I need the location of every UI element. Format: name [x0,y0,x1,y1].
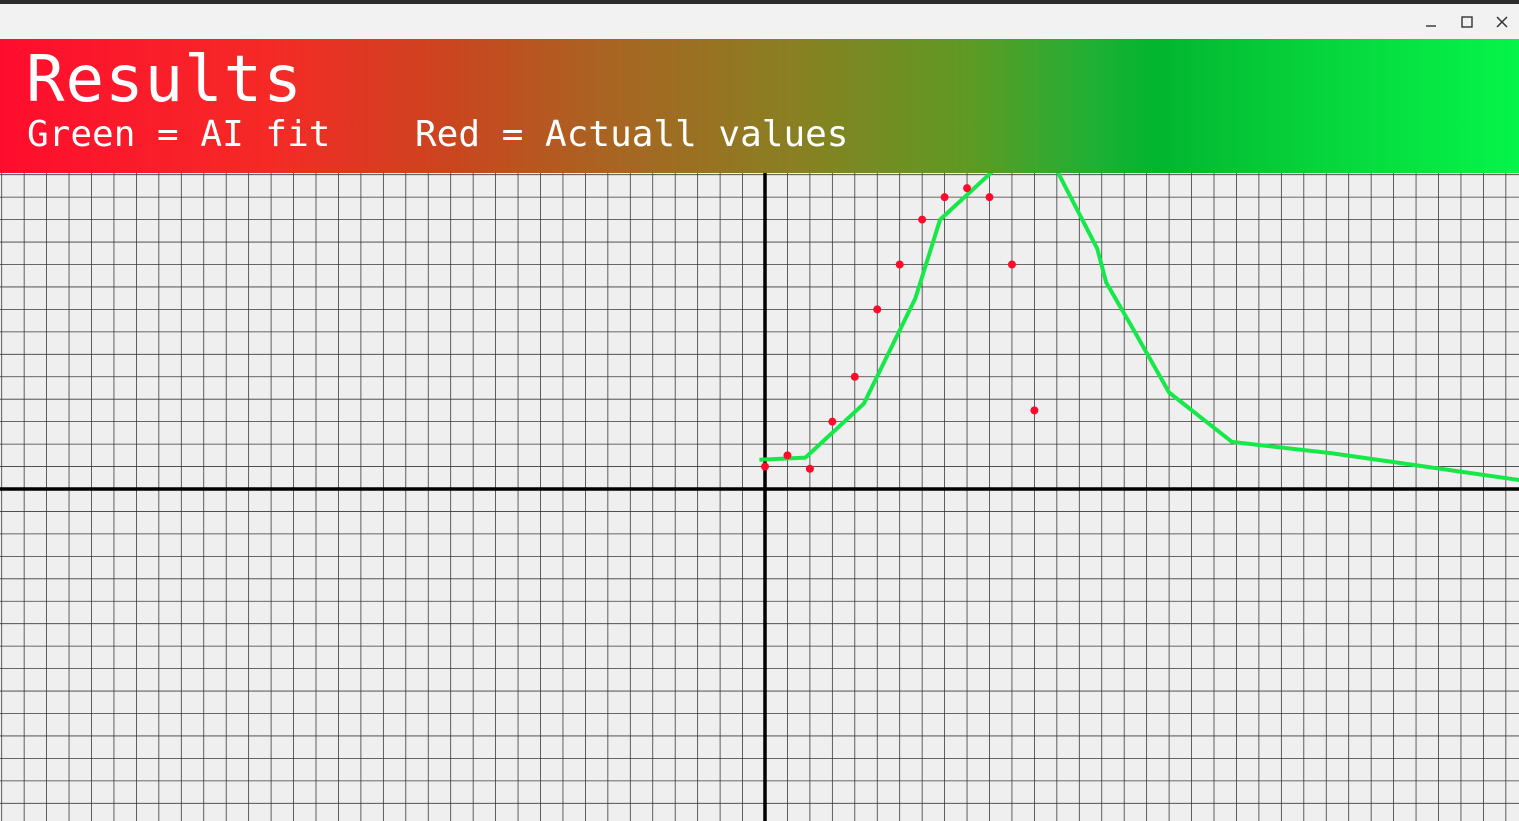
grid [0,173,1519,821]
actual-value-point [828,417,837,426]
maximize-icon [1461,15,1473,28]
actual-value-point [805,464,814,473]
actual-value-point [918,215,927,224]
actual-value-point [985,193,994,202]
actual-value-point [850,372,859,381]
actual-value-point [1007,260,1016,269]
window-titlebar [0,4,1519,39]
close-icon [1496,15,1508,28]
page-title: Results [26,43,303,117]
actual-value-point [895,260,904,269]
actual-value-point [940,193,949,202]
close-button[interactable] [1484,4,1519,39]
minimize-icon [1426,24,1436,27]
axes [0,173,1519,821]
actual-value-point [761,462,769,471]
maximize-button[interactable] [1449,4,1485,39]
results-header: Results Green = AI fit Red = Actuall val… [0,39,1519,173]
results-plot [0,173,1519,821]
minimize-button[interactable] [1413,4,1449,39]
legend-actual-values: Red = Actuall values [415,114,849,155]
actual-value-point [1030,406,1039,415]
legend-ai-fit: Green = AI fit [27,114,331,155]
actual-value-point [873,305,882,314]
actual-value-point [783,451,792,460]
actual-value-point [963,184,972,193]
